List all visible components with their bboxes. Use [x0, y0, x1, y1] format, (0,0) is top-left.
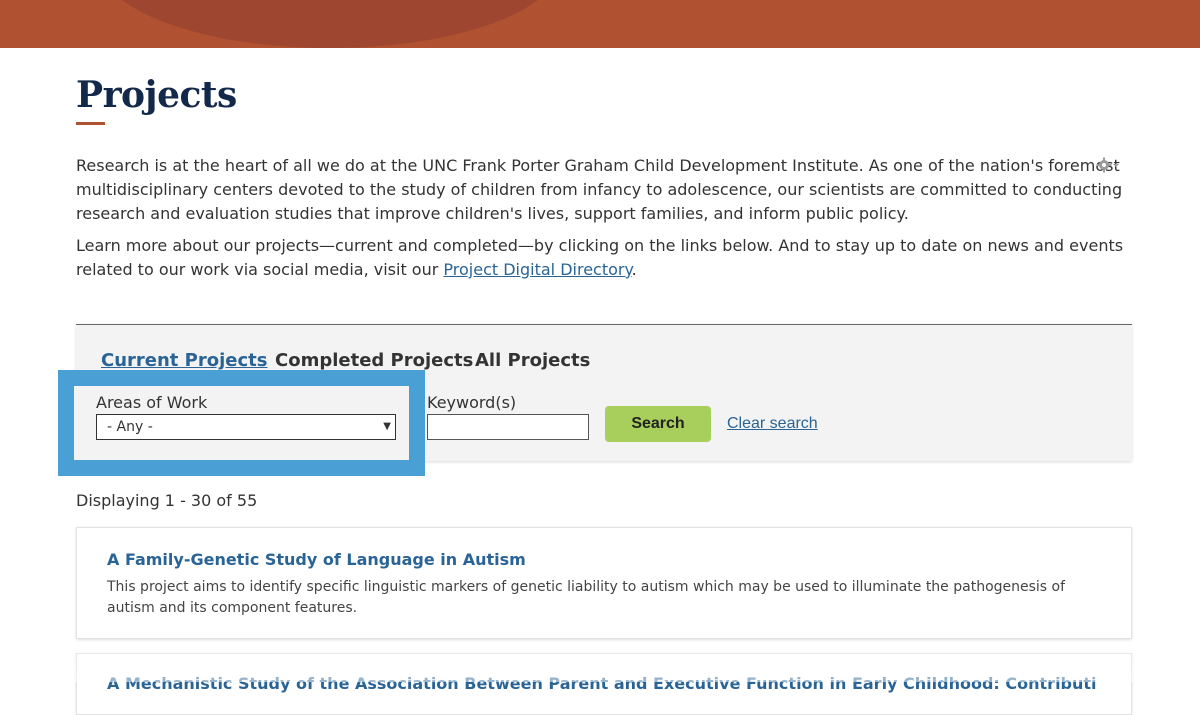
tab-all-projects[interactable]: All Projects: [475, 350, 590, 371]
areas-of-work-selected: - Any -: [107, 419, 153, 435]
gear-icon[interactable]: [1096, 156, 1126, 176]
chevron-down-icon: ▼: [383, 421, 391, 432]
project-card: A Mechanistic Study of the Association B…: [76, 653, 1132, 715]
tab-current-projects[interactable]: Current Projects: [101, 350, 267, 371]
tab-completed-projects[interactable]: Completed Projects: [275, 350, 473, 371]
keyword-input[interactable]: [427, 414, 589, 440]
results-summary: Displaying 1 - 30 of 55: [76, 491, 258, 510]
project-title-link[interactable]: A Mechanistic Study of the Association B…: [107, 674, 1097, 693]
gear-icon-svg: [1096, 157, 1119, 173]
project-digital-directory-link[interactable]: Project Digital Directory: [443, 260, 631, 279]
search-button[interactable]: Search: [605, 406, 711, 442]
page-title: Projects: [76, 74, 237, 116]
project-title-link[interactable]: A Family-Genetic Study of Language in Au…: [107, 550, 526, 569]
project-description: This project aims to identify specific l…: [107, 579, 1066, 616]
keyword-label: Keyword(s): [427, 393, 517, 412]
intro-text-2-end: .: [631, 260, 637, 279]
intro-paragraph: Research is at the heart of all we do at…: [76, 154, 1126, 226]
clear-search-link[interactable]: Clear search: [727, 415, 818, 433]
areas-of-work-select[interactable]: - Any - ▼: [96, 414, 396, 440]
banner-decoration: [100, 0, 560, 48]
intro-text: Research is at the heart of all we do at…: [76, 156, 1123, 223]
top-banner: [0, 0, 1200, 48]
areas-of-work-label: Areas of Work: [96, 393, 208, 412]
title-underline: [76, 122, 105, 125]
project-card: A Family-Genetic Study of Language in Au…: [76, 527, 1132, 639]
intro-paragraph-2: Learn more about our projects—current an…: [76, 234, 1126, 282]
